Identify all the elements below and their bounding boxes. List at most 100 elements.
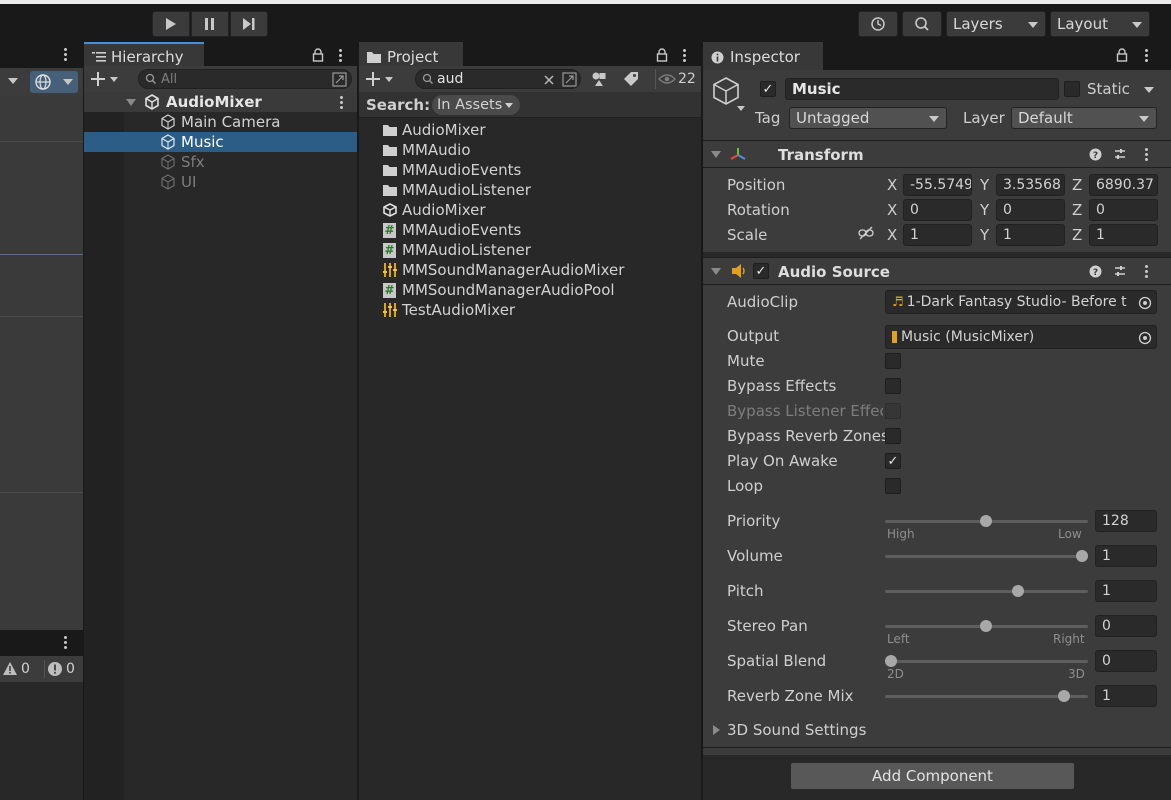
- layout-dropdown[interactable]: Layout: [1050, 11, 1150, 37]
- list-item[interactable]: MMAudioEvents: [383, 160, 521, 180]
- pitch-slider[interactable]: [885, 590, 1088, 593]
- list-item[interactable]: AudioMixer: [383, 120, 486, 140]
- clear-icon[interactable]: [544, 75, 554, 85]
- expand-triangle-icon[interactable]: [126, 98, 136, 106]
- list-item[interactable]: MMAudioListener: [383, 180, 531, 200]
- position-x-field[interactable]: -55.5749: [903, 174, 972, 196]
- stereo-pan-slider-handle[interactable]: [980, 620, 992, 632]
- add-button[interactable]: [90, 69, 124, 89]
- audio-source-enabled-checkbox[interactable]: ✓: [753, 263, 769, 279]
- output-field[interactable]: Music (MusicMixer): [885, 325, 1157, 349]
- position-y-field[interactable]: 3.53568: [996, 174, 1065, 196]
- kebab-icon[interactable]: [64, 641, 67, 644]
- 3d-sound-settings-foldout[interactable]: 3D Sound Settings: [713, 720, 866, 740]
- priority-slider-handle[interactable]: [980, 515, 992, 527]
- object-picker-icon[interactable]: [1138, 296, 1152, 310]
- gizmo-toggle-button[interactable]: [30, 71, 78, 93]
- panel-splitter[interactable]: [701, 42, 703, 800]
- scope-in-assets-button[interactable]: In Assets: [432, 95, 520, 115]
- stereo-pan-field[interactable]: 0: [1095, 615, 1157, 637]
- filter-by-type-icon[interactable]: [591, 71, 607, 87]
- spatial-blend-slider[interactable]: [885, 660, 1088, 663]
- static-dropdown-icon[interactable]: [1144, 87, 1154, 93]
- lock-icon[interactable]: [312, 48, 324, 62]
- pause-button[interactable]: [191, 11, 229, 37]
- audioclip-field[interactable]: ♬ 1-Dark Fantasy Studio- Before t: [885, 290, 1157, 314]
- warning-count[interactable]: 0: [2, 660, 30, 678]
- bypass-reverb-zones-checkbox[interactable]: [885, 428, 901, 444]
- position-z-field[interactable]: 6890.37: [1089, 174, 1158, 196]
- transform-header[interactable]: Transform ?: [703, 140, 1171, 168]
- layer-dropdown[interactable]: Default: [1011, 107, 1157, 129]
- spatial-blend-slider-handle[interactable]: [885, 655, 897, 667]
- kebab-icon[interactable]: [683, 54, 686, 57]
- kebab-icon[interactable]: [64, 53, 67, 56]
- hierarchy-item-ui[interactable]: UI: [84, 172, 357, 192]
- lock-icon[interactable]: [1116, 48, 1128, 62]
- pitch-slider-handle[interactable]: [1012, 585, 1024, 597]
- list-item[interactable]: # MMAudioListener: [383, 240, 531, 260]
- list-item[interactable]: AudioMixer: [383, 200, 486, 220]
- object-picker-icon[interactable]: [1138, 331, 1152, 345]
- volume-slider[interactable]: [885, 555, 1088, 558]
- chevron-down-icon[interactable]: [737, 106, 745, 111]
- kebab-icon[interactable]: [1145, 153, 1148, 156]
- priority-field[interactable]: 128: [1095, 510, 1157, 532]
- list-item[interactable]: TestAudioMixer: [383, 300, 515, 320]
- static-checkbox[interactable]: [1064, 81, 1080, 97]
- play-on-awake-checkbox[interactable]: ✓: [885, 453, 901, 469]
- scale-z-field[interactable]: 1: [1089, 224, 1158, 246]
- rotation-z-field[interactable]: 0: [1089, 199, 1158, 221]
- panel-splitter[interactable]: [83, 42, 84, 800]
- kebab-icon[interactable]: [1145, 54, 1148, 57]
- reverb-zone-mix-field[interactable]: 1: [1095, 685, 1157, 707]
- volume-slider-handle[interactable]: [1076, 550, 1088, 562]
- reverb-zone-mix-slider-handle[interactable]: [1058, 690, 1070, 702]
- loop-checkbox[interactable]: [885, 478, 901, 494]
- scale-x-field[interactable]: 1: [903, 224, 972, 246]
- tag-dropdown[interactable]: Untagged: [789, 107, 947, 129]
- hierarchy-item-sfx[interactable]: Sfx: [84, 152, 357, 172]
- list-item[interactable]: MMSoundManagerAudioMixer: [383, 260, 624, 280]
- expand-triangle-icon[interactable]: [711, 151, 721, 158]
- kebab-icon[interactable]: [340, 101, 343, 104]
- rotation-y-field[interactable]: 0: [996, 199, 1065, 221]
- preset-icon[interactable]: [1113, 264, 1127, 278]
- preset-icon[interactable]: [1113, 147, 1127, 161]
- chevron-down-icon[interactable]: [8, 78, 18, 84]
- spatial-blend-field[interactable]: 0: [1095, 650, 1157, 672]
- hierarchy-item-music[interactable]: Music: [84, 132, 357, 152]
- volume-field[interactable]: 1: [1095, 545, 1157, 567]
- audio-source-header[interactable]: ✓ Audio Source ?: [703, 257, 1171, 285]
- layers-dropdown[interactable]: Layers: [946, 11, 1046, 37]
- lock-icon[interactable]: [656, 48, 668, 62]
- add-component-button[interactable]: Add Component: [790, 762, 1075, 790]
- rotation-x-field[interactable]: 0: [903, 199, 972, 221]
- help-icon[interactable]: ?: [1089, 265, 1102, 278]
- panel-splitter[interactable]: [357, 42, 359, 800]
- visible-count[interactable]: 22: [655, 69, 696, 89]
- kebab-icon[interactable]: [1145, 270, 1148, 273]
- list-item[interactable]: MMAudio: [383, 140, 471, 160]
- tab-inspector[interactable]: Inspector: [703, 42, 823, 70]
- list-item[interactable]: # MMAudioEvents: [383, 220, 521, 240]
- kebab-icon[interactable]: [339, 54, 342, 57]
- list-item[interactable]: # MMSoundManagerAudioPool: [383, 280, 615, 300]
- hierarchy-search-input[interactable]: All: [138, 69, 352, 89]
- scale-y-field[interactable]: 1: [996, 224, 1065, 246]
- search-button[interactable]: [902, 11, 942, 37]
- tag-icon[interactable]: [623, 71, 639, 87]
- pitch-field[interactable]: 1: [1095, 580, 1157, 602]
- error-count[interactable]: 0: [44, 660, 75, 678]
- constrain-proportions-icon[interactable]: [858, 226, 874, 240]
- help-icon[interactable]: ?: [1089, 148, 1102, 161]
- expand-triangle-icon[interactable]: [711, 268, 721, 275]
- history-button[interactable]: [858, 11, 898, 37]
- step-button[interactable]: [230, 11, 268, 37]
- object-name-input[interactable]: Music: [785, 78, 1059, 100]
- active-checkbox[interactable]: ✓: [760, 81, 776, 97]
- play-button[interactable]: [152, 11, 190, 37]
- hierarchy-item-main-camera[interactable]: Main Camera: [84, 112, 357, 132]
- project-search-input[interactable]: aud: [415, 69, 581, 89]
- scene-view[interactable]: [0, 96, 83, 630]
